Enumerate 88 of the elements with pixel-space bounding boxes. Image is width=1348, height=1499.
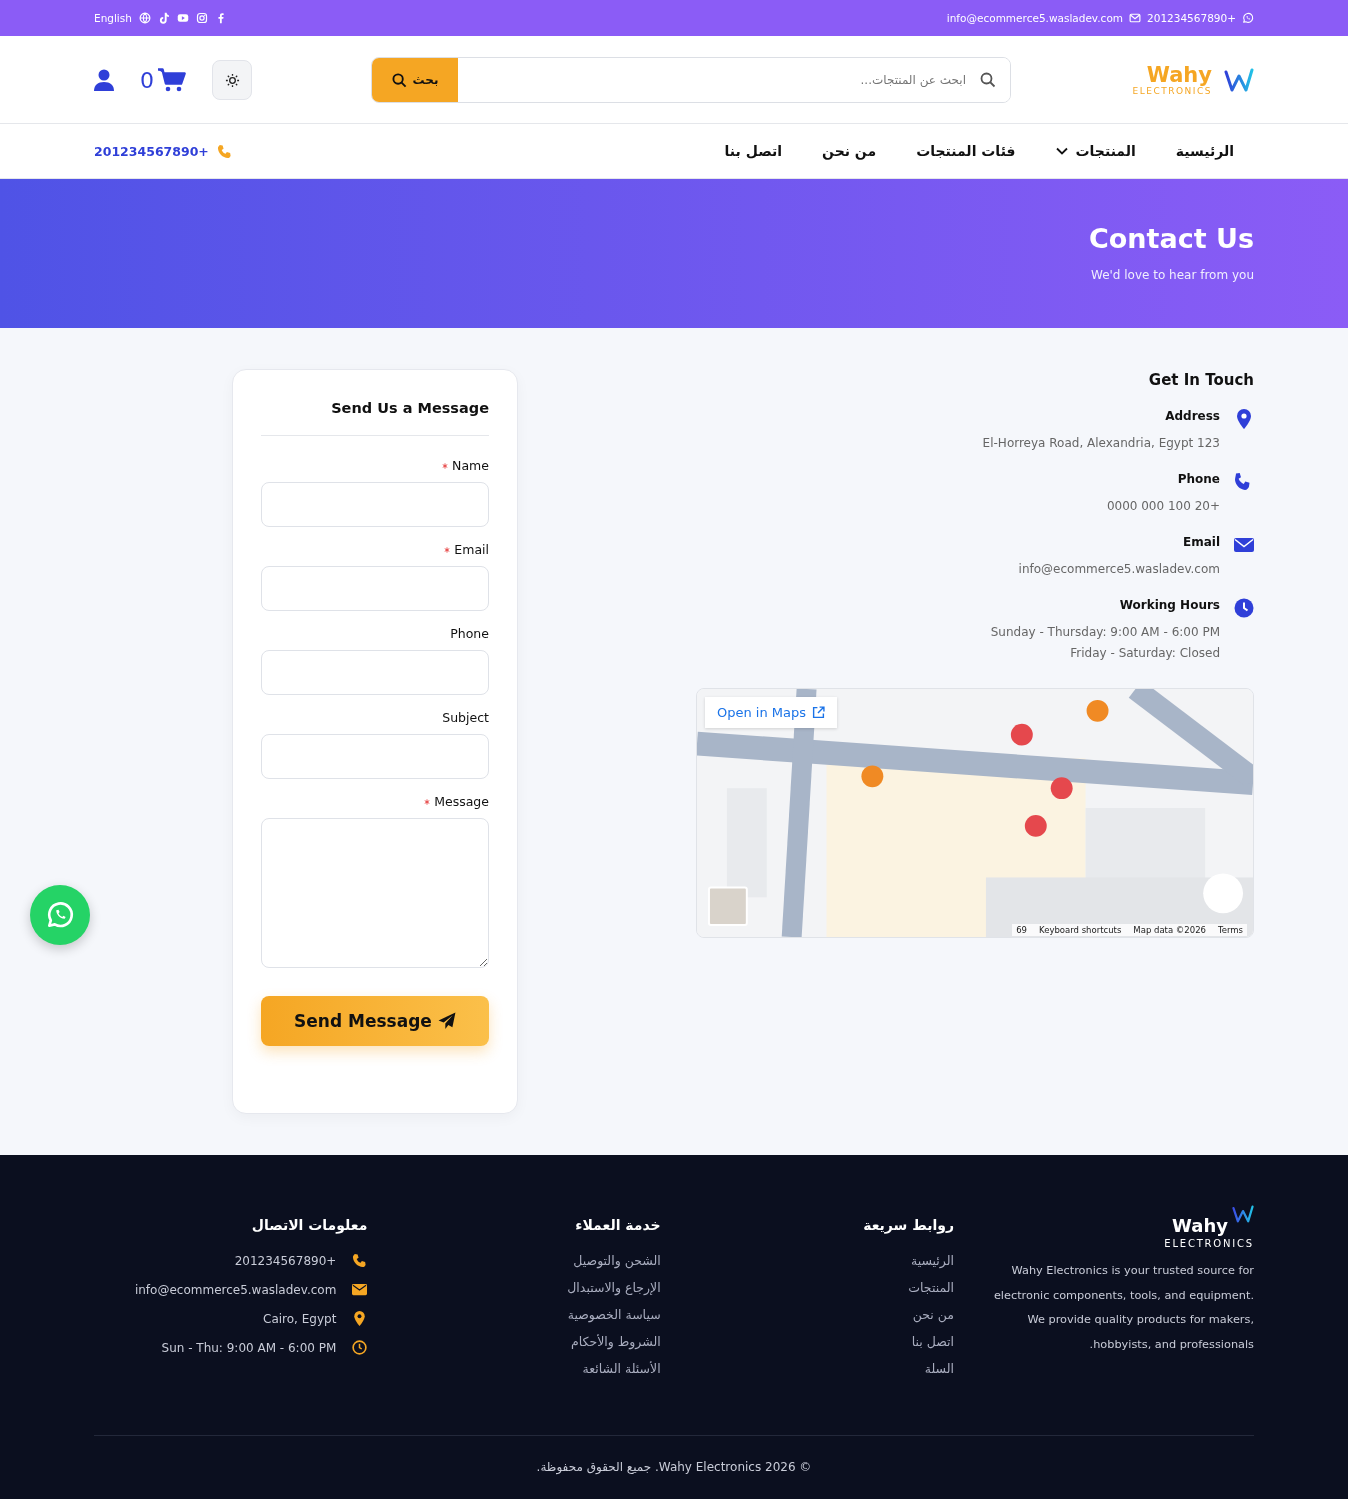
nav-link[interactable]: اتصل بنا bbox=[724, 143, 783, 159]
search-icon bbox=[980, 72, 996, 88]
form-title: Send Us a Message bbox=[330, 400, 489, 416]
search-icon bbox=[391, 72, 407, 88]
email-link[interactable]: info@ecommerce5.wasladev.com bbox=[946, 12, 1124, 24]
about-text: Wahy Electronics is your trusted source for electronic components, tools, and equipment. We provide quality products for makers, hobbyists, and professionals. bbox=[992, 1263, 1254, 1353]
cart-count: 0 bbox=[140, 67, 154, 93]
sun-icon bbox=[224, 72, 240, 88]
globe-icon[interactable] bbox=[138, 12, 151, 24]
contact-value: Sunday - Thursday: 9:00 AM - 6:00 PM bbox=[990, 624, 1220, 641]
nav-link[interactable]: المنتجات bbox=[1055, 143, 1136, 159]
map-attribution[interactable]: Map data ©2026 bbox=[1133, 925, 1206, 935]
footer-link[interactable]: المنتجات bbox=[908, 1280, 954, 1295]
whatsapp-icon[interactable] bbox=[1242, 12, 1254, 24]
footer-link[interactable]: اتصل بنا bbox=[911, 1334, 954, 1349]
clock-icon bbox=[1234, 598, 1254, 618]
footer-heading: خدمة العملاء bbox=[575, 1217, 661, 1233]
footer-link[interactable]: الشروط والأحكام bbox=[570, 1334, 661, 1349]
clock-icon bbox=[352, 1340, 368, 1355]
contact-value: Friday - Saturday: Closed bbox=[1070, 645, 1220, 662]
field-label: Message bbox=[434, 794, 489, 809]
footer-link[interactable]: السلة bbox=[924, 1361, 954, 1376]
message-field[interactable] bbox=[261, 818, 489, 968]
contact-label: Working Hours bbox=[1119, 598, 1220, 612]
cart-icon[interactable] bbox=[158, 68, 186, 92]
tiktok-icon[interactable] bbox=[157, 12, 170, 24]
contact-value: info@ecommerce5.wasladev.com bbox=[1018, 561, 1220, 578]
field-label: Subject bbox=[442, 710, 489, 725]
envelope-icon bbox=[352, 1282, 368, 1297]
footer-contact-text: 201234567890+ bbox=[234, 1253, 337, 1268]
map-attribution[interactable]: Keyboard shortcuts bbox=[1039, 925, 1122, 935]
send-message-button[interactable]: Send Message bbox=[261, 996, 489, 1046]
phone-link[interactable]: 201234567890+ bbox=[1147, 12, 1236, 24]
paper-plane-icon bbox=[437, 1012, 456, 1030]
footer-link[interactable]: من نحن bbox=[912, 1307, 954, 1322]
user-icon[interactable] bbox=[94, 69, 114, 91]
envelope-icon bbox=[1129, 12, 1142, 24]
envelope-icon bbox=[1234, 535, 1254, 555]
footer-heading: روابط سريعة bbox=[863, 1217, 954, 1233]
page-subtitle: We'd love to hear from you bbox=[1091, 268, 1254, 282]
logo-mark-icon bbox=[1224, 68, 1254, 92]
footer-link[interactable]: الأسئلة الشائعة bbox=[582, 1361, 661, 1376]
footer-heading: معلومات الاتصال bbox=[251, 1217, 368, 1233]
copyright-text: © 2026 Wahy Electronics. جميع الحقوق محفوظة. bbox=[535, 1460, 813, 1474]
footer-link[interactable]: الرئيسية bbox=[910, 1253, 954, 1268]
theme-toggle-button[interactable] bbox=[212, 60, 252, 100]
logo-mark-icon bbox=[1232, 1205, 1254, 1223]
input-field[interactable] bbox=[261, 566, 489, 611]
section-title: Get In Touch bbox=[1148, 371, 1254, 389]
language-link[interactable]: English bbox=[94, 12, 132, 24]
field-label: Name bbox=[452, 458, 489, 473]
phone-icon bbox=[216, 143, 232, 159]
input-field[interactable] bbox=[261, 482, 489, 527]
footer-contact-text: Cairo, Egypt bbox=[263, 1311, 337, 1326]
field-label: Email bbox=[454, 542, 489, 557]
contact-value: El-Horreya Road, Alexandria, Egypt 123 bbox=[982, 435, 1220, 452]
contact-label: Email bbox=[1182, 535, 1220, 549]
map-attribution[interactable]: Terms bbox=[1217, 925, 1243, 935]
phone-number[interactable]: 201234567890+ bbox=[94, 143, 209, 159]
page-title: Contact Us bbox=[1088, 223, 1254, 254]
nav-link[interactable]: فئات المنتجات bbox=[916, 143, 1016, 159]
input-field[interactable] bbox=[261, 734, 489, 779]
footer-contact-text: Sun - Thu: 9:00 AM - 6:00 PM bbox=[161, 1340, 337, 1355]
footer-link[interactable]: سياسة الخصوصية bbox=[567, 1307, 661, 1322]
whatsapp-icon bbox=[45, 900, 75, 930]
footer-logo-tagline: ELECTRONICS bbox=[1164, 1238, 1254, 1249]
nav-link[interactable]: من نحن bbox=[822, 143, 877, 159]
input-field[interactable] bbox=[261, 650, 489, 695]
footer-link[interactable]: الشحن والتوصيل bbox=[573, 1253, 661, 1268]
phone-icon bbox=[352, 1253, 368, 1268]
map-attribution[interactable]: 69 bbox=[1016, 925, 1027, 935]
nav-link[interactable]: الرئيسية bbox=[1175, 143, 1234, 159]
field-label: Phone bbox=[450, 626, 489, 641]
contact-label: Phone bbox=[1177, 472, 1220, 486]
logo-tagline: ELECTRONICS bbox=[1132, 86, 1212, 96]
footer-contact-text: info@ecommerce5.wasladev.com bbox=[134, 1282, 337, 1297]
search-button[interactable]: بحث bbox=[372, 58, 458, 102]
location-pin-icon bbox=[352, 1311, 368, 1326]
footer-logo-name: Wahy bbox=[1172, 1215, 1228, 1236]
contact-value: 0000 000 100 20+ bbox=[1106, 498, 1220, 515]
external-link-icon bbox=[812, 706, 826, 719]
location-pin-icon bbox=[1234, 409, 1254, 429]
logo-name: Wahy bbox=[1146, 64, 1212, 86]
instagram-icon[interactable] bbox=[195, 12, 208, 24]
contact-label: Address bbox=[1165, 409, 1220, 423]
footer-link[interactable]: الإرجاع والاستبدال bbox=[567, 1280, 661, 1295]
youtube-icon[interactable] bbox=[176, 12, 189, 24]
open-in-maps-link[interactable]: Open in Maps bbox=[705, 697, 838, 728]
